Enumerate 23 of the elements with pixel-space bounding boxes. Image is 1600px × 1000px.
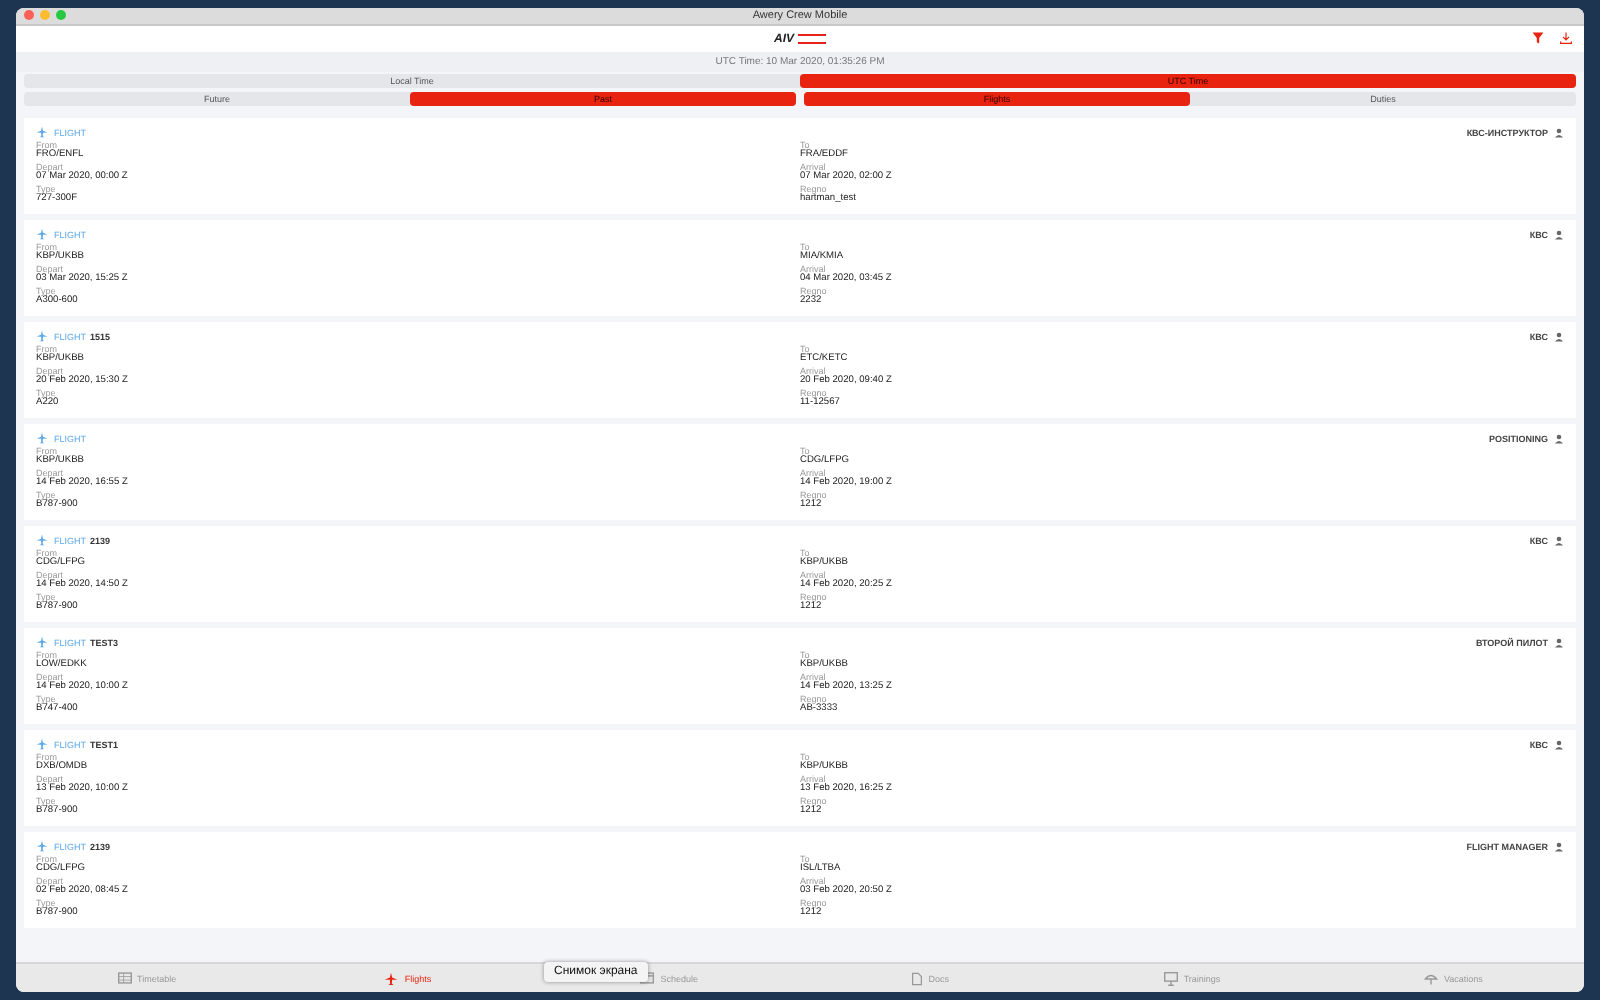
plane-icon — [36, 330, 48, 342]
plane-icon — [36, 534, 48, 546]
umbrella-icon — [1423, 971, 1438, 985]
person-icon[interactable] — [1554, 739, 1564, 749]
plane-icon — [36, 840, 48, 852]
plane-icon — [36, 126, 48, 138]
person-icon[interactable] — [1554, 637, 1564, 647]
table-icon — [117, 972, 132, 984]
document-icon — [912, 971, 923, 985]
person-icon[interactable] — [1554, 229, 1564, 239]
plane-icon — [36, 636, 48, 648]
presentation-icon — [1163, 971, 1178, 985]
filter-icon[interactable] — [1532, 32, 1544, 44]
person-icon[interactable] — [1554, 535, 1564, 545]
download-icon[interactable] — [1560, 32, 1572, 44]
person-icon[interactable] — [1554, 433, 1564, 443]
person-icon[interactable] — [1554, 331, 1564, 341]
plane-icon — [384, 971, 399, 985]
plane-icon — [36, 432, 48, 444]
plane-icon — [36, 738, 48, 750]
person-icon[interactable] — [1554, 841, 1564, 851]
person-icon[interactable] — [1554, 127, 1564, 137]
plane-icon — [36, 228, 48, 240]
